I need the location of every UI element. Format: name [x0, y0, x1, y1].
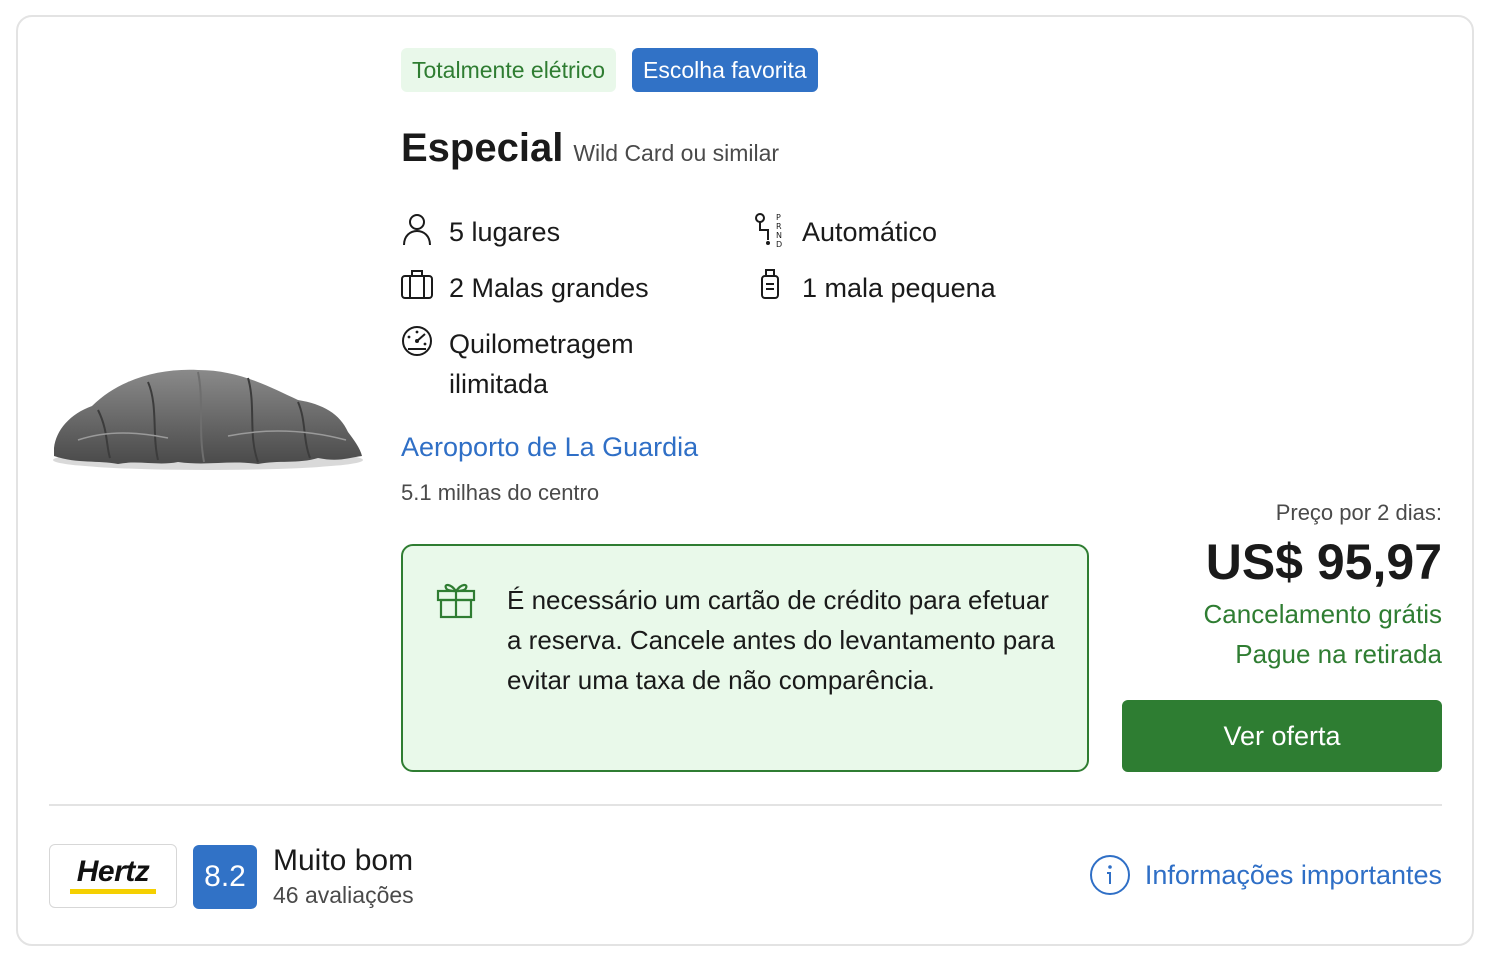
info-icon — [1089, 855, 1130, 895]
gear-shift-icon: P R N D — [755, 213, 782, 248]
feature-transmission: P R N D Automático — [754, 212, 937, 252]
covered-car-image — [53, 369, 363, 470]
car-model: Wild Card ou similar — [573, 140, 780, 166]
car-category: Especial — [401, 126, 564, 170]
hertz-logo: Hertz — [49, 844, 177, 908]
price-period-label: Preço por 2 dias: — [1275, 500, 1442, 525]
rating-word: Muito bom — [273, 844, 414, 877]
hertz-logo-underline — [70, 889, 156, 894]
pay-at-pickup: Pague na retirada — [1235, 639, 1442, 669]
person-icon — [403, 214, 431, 246]
important-info-link[interactable]: Informações importantes — [1089, 854, 1442, 896]
pickup-location-link[interactable]: Aeroporto de La Guardia — [401, 432, 698, 463]
feature-large-bags: 2 Malas grandes — [400, 268, 649, 308]
transmission-label: Automático — [802, 217, 938, 247]
svg-text:R: R — [776, 222, 782, 231]
mileage-text: Quilometragem ilimitada — [449, 324, 634, 404]
suitcase-icon — [401, 270, 433, 299]
rating-score: 8.2 — [193, 845, 257, 909]
mileage-label-line2: ilimitada — [449, 369, 549, 399]
feature-seats: 5 lugares — [401, 212, 560, 252]
feature-mileage: Quilometragem ilimitada — [400, 324, 634, 404]
feature-small-bags: 1 mala pequena — [756, 268, 996, 308]
favorite-badge: Escolha favorita — [632, 48, 818, 92]
location-distance: 5.1 milhas do centro — [401, 480, 600, 505]
notice-text: É necessário um cartão de crédito para e… — [507, 585, 1055, 695]
small-bags-label: 1 mala pequena — [802, 273, 996, 303]
svg-text:N: N — [776, 231, 782, 240]
small-luggage-icon — [761, 269, 779, 299]
car-title-row: Especial Wild Card ou similar — [401, 126, 779, 171]
hertz-logo-text: Hertz — [76, 855, 150, 888]
review-count: 46 avaliações — [273, 882, 414, 908]
svg-text:D: D — [776, 240, 782, 248]
view-offer-button[interactable]: Ver oferta — [1122, 700, 1442, 772]
gift-icon — [436, 583, 476, 619]
divider — [49, 804, 1442, 806]
electric-badge: Totalmente elétrico — [401, 48, 617, 92]
mileage-label-line1: Quilometragem — [449, 329, 634, 359]
svg-text:P: P — [776, 213, 781, 222]
seats-label: 5 lugares — [449, 217, 561, 247]
total-price: US$ 95,97 — [1205, 534, 1442, 590]
badge-group: Totalmente elétrico Escolha favorita — [401, 48, 818, 92]
important-info-label: Informações importantes — [1144, 859, 1442, 890]
credit-card-notice: É necessário um cartão de crédito para e… — [401, 544, 1089, 772]
free-cancellation: Cancelamento grátis — [1203, 599, 1442, 629]
speedometer-icon — [402, 326, 432, 356]
large-bags-label: 2 Malas grandes — [449, 273, 649, 303]
